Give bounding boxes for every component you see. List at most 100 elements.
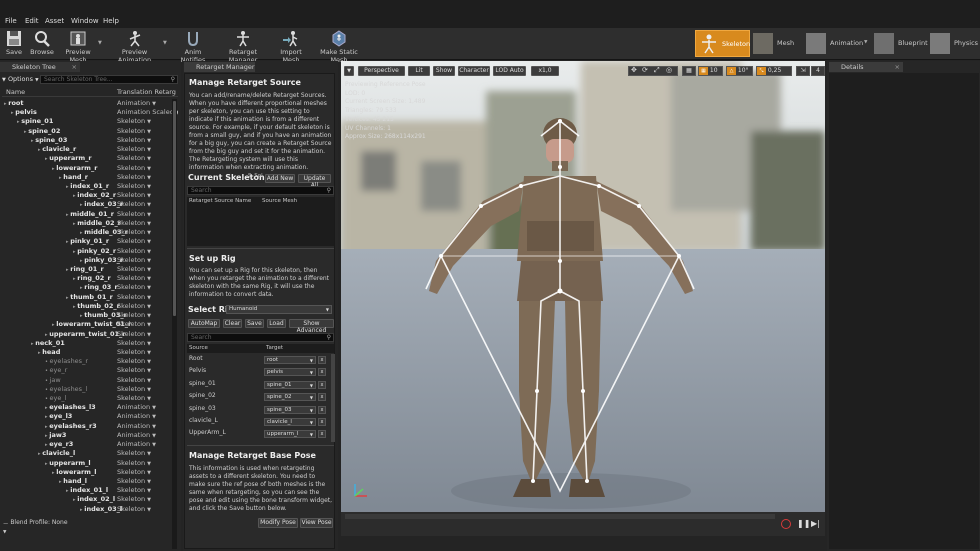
step-forward-icon[interactable]: ▶|	[811, 519, 821, 529]
skeleton-tree-row[interactable]: ▸ index_02_r Skeleton ▼	[2, 191, 178, 200]
scrollbar-thumb[interactable]	[173, 101, 176, 316]
anim-notifies-button[interactable]: Anim Notifies	[173, 30, 213, 64]
menu-window[interactable]: Window	[71, 17, 99, 25]
skeleton-tree-row[interactable]: • eyelashes_l Skeleton ▼	[2, 385, 178, 394]
skeleton-tree-row[interactable]: ▸ index_03_l Skeleton ▼	[2, 505, 178, 514]
skeleton-tree-row[interactable]: • eye_l Skeleton ▼	[2, 394, 178, 403]
load-rig-button[interactable]: Load	[267, 319, 286, 328]
preview-animation-dropdown-icon[interactable]: ▼	[163, 40, 167, 46]
mode-skeleton-button[interactable]: Skeleton	[695, 30, 750, 57]
skeleton-tree-row[interactable]: ▸ index_02_l Skeleton ▼	[2, 495, 178, 504]
pause-icon[interactable]: ❚❚	[797, 519, 810, 529]
grid-snap-toggle[interactable]: ▦ 10	[698, 66, 723, 76]
preview-mesh-dropdown-icon[interactable]: ▼	[98, 40, 102, 46]
preview-mesh-button[interactable]: Preview Mesh	[57, 30, 99, 64]
skeleton-tree-row[interactable]: ▸ ring_02_r Skeleton ▼	[2, 274, 178, 283]
preview-animation-button[interactable]: Preview Animation	[107, 30, 162, 64]
browse-button[interactable]: Browse	[29, 30, 55, 58]
skeleton-tree-row[interactable]: ▸ upperarm_r Skeleton ▼	[2, 154, 178, 163]
skeleton-tree-row[interactable]: ▸ hand_l Skeleton ▼	[2, 477, 178, 486]
menu-help[interactable]: Help	[103, 17, 119, 25]
show-advanced-button[interactable]: Show Advanced	[289, 319, 334, 334]
translation-retarget-dropdown[interactable]: Skeleton ▼	[117, 505, 151, 515]
skeleton-tree-row[interactable]: ▸ index_01_r Skeleton ▼	[2, 182, 178, 191]
skeleton-tree-row[interactable]: ▸ lowerarm_twist_01_r Skeleton ▼	[2, 320, 178, 329]
tab-details[interactable]: Details ×	[829, 62, 903, 72]
skeleton-tree-row[interactable]: ▸ spine_01 Skeleton ▼	[2, 117, 178, 126]
mapping-target-dropdown[interactable]: upperarm_l ▼	[264, 430, 316, 439]
skeleton-tree-row[interactable]: ▸ pinky_03_r Skeleton ▼	[2, 256, 178, 265]
mapping-target-dropdown[interactable]: spine_03 ▼	[264, 405, 316, 414]
scale-snap-toggle[interactable]: ⤡ 0,25	[756, 66, 792, 76]
modify-pose-button[interactable]: Modify Pose	[258, 518, 298, 528]
mapping-target-dropdown[interactable]: spine_02 ▼	[264, 393, 316, 402]
skeleton-tree-row[interactable]: ▸ thumb_01_r Skeleton ▼	[2, 293, 178, 302]
lit-button[interactable]: Lit	[408, 66, 430, 76]
rig-mapping-search-input[interactable]: Search ⚲	[187, 333, 334, 342]
col-name-header[interactable]: Name	[6, 88, 25, 97]
clear-mapping-icon[interactable]: x	[318, 368, 326, 377]
mapping-target-dropdown[interactable]: clavicle_l ▼	[264, 418, 316, 426]
character-button[interactable]: Character	[458, 66, 490, 76]
clear-mapping-icon[interactable]: x	[318, 356, 326, 364]
skeleton-tree-row[interactable]: • eye_r Skeleton ▼	[2, 366, 178, 375]
perspective-button[interactable]: Perspective	[358, 66, 405, 76]
clear-mapping-icon[interactable]: x	[318, 418, 326, 426]
skeleton-tree-row[interactable]: ▸ eyelashes_l3 Animation ▼	[2, 403, 178, 412]
skeleton-tree-row[interactable]: ▸ ring_03_r Skeleton ▼	[2, 283, 178, 292]
mapping-target-dropdown[interactable]: spine_01 ▼	[264, 380, 316, 389]
skeleton-tree-row[interactable]: • eyelashes_r Skeleton ▼	[2, 357, 178, 366]
skeleton-tree-row[interactable]: ▸ root Animation ▼	[2, 99, 178, 108]
skeleton-tree-row[interactable]: ▸ pinky_01_r Skeleton ▼	[2, 237, 178, 246]
skeleton-tree-row[interactable]: ▸ index_03_r Skeleton ▼	[2, 200, 178, 209]
skeleton-tree-row[interactable]: ▸ clavicle_l Skeleton ▼	[2, 449, 178, 458]
skeleton-tree-row[interactable]: ▸ upperarm_l Skeleton ▼	[2, 459, 178, 468]
world-icon[interactable]: ◎	[666, 66, 672, 74]
skeleton-tree-row[interactable]: ▸ head Skeleton ▼	[2, 348, 178, 357]
skeleton-tree-search-input[interactable]: Search Skeleton Tree... ⚲	[40, 75, 178, 84]
show-button[interactable]: Show	[433, 66, 455, 76]
surface-snap-icon[interactable]: ▦	[682, 66, 696, 76]
rotation-snap-toggle[interactable]: △ 10°	[726, 66, 753, 76]
skeleton-tree-row[interactable]: ▸ spine_02 Skeleton ▼	[2, 127, 178, 136]
select-rig-dropdown[interactable]: Humanoid ▼	[226, 305, 332, 314]
automap-button[interactable]: AutoMap	[188, 319, 220, 328]
close-tab-icon[interactable]: ×	[72, 62, 77, 72]
col-translation-header[interactable]: Translation Retarg	[117, 88, 176, 97]
save-rig-button[interactable]: Save	[245, 319, 264, 328]
skeleton-tree-row[interactable]: ▸ pelvisAnimation Scaled▼	[2, 108, 178, 117]
record-icon[interactable]	[781, 519, 791, 529]
menu-edit[interactable]: Edit	[25, 17, 39, 25]
menu-file[interactable]: File	[5, 17, 17, 25]
make-static-mesh-button[interactable]: Make Static Mesh	[313, 30, 365, 64]
tab-retarget-manager[interactable]: Retarget Manager	[184, 62, 255, 72]
mode-animation-button[interactable]: Animation ▼	[804, 30, 870, 57]
lod-auto-button[interactable]: LOD Auto	[493, 66, 526, 76]
skeleton-tree-row[interactable]: ▸ eyelashes_r3 Animation ▼	[2, 422, 178, 431]
skeleton-tree-row[interactable]: ▸ upperarm_twist_01_r Skeleton ▼	[2, 330, 178, 339]
clear-mapping-icon[interactable]: x	[318, 393, 326, 402]
skeleton-tree-row[interactable]: ▸ middle_02_r Skeleton ▼	[2, 219, 178, 228]
update-all-button[interactable]: Update All	[298, 174, 331, 189]
timeline-scrubber[interactable]	[345, 514, 775, 519]
skeleton-tree-row[interactable]: ▸ hand_r Skeleton ▼	[2, 173, 178, 182]
tab-skeleton-tree[interactable]: Skeleton Tree ×	[0, 62, 80, 72]
skeleton-tree-row[interactable]: ▸ eye_r3 Animation ▼	[2, 440, 178, 449]
scale-icon[interactable]: ⤢	[654, 66, 660, 75]
mapping-target-dropdown[interactable]: pelvis ▼	[264, 368, 316, 377]
playback-speed-button[interactable]: x1,0	[531, 66, 559, 76]
skeleton-tree-row[interactable]: ▸ thumb_02_r Skeleton ▼	[2, 302, 178, 311]
clear-button[interactable]: Clear	[223, 319, 242, 328]
options-dropdown[interactable]: ▼ Options ▼	[2, 74, 40, 84]
view-pose-button[interactable]: View Pose	[300, 518, 333, 528]
skeleton-tree-row[interactable]: ▸ eye_l3 Animation ▼	[2, 412, 178, 421]
move-icon[interactable]: ✥	[631, 66, 637, 74]
save-button[interactable]: Save	[3, 30, 25, 58]
viewport-layout-button[interactable]: 4	[811, 66, 825, 76]
skeleton-tree-row[interactable]: ▸ lowerarm_r Skeleton ▼	[2, 164, 178, 173]
skeleton-tree-row[interactable]: ▸ thumb_03_r Skeleton ▼	[2, 311, 178, 320]
mapping-target-dropdown[interactable]: root ▼	[264, 356, 316, 364]
clear-mapping-icon[interactable]: x	[318, 380, 326, 389]
skeleton-tree-row[interactable]: • jaw Skeleton ▼	[2, 376, 178, 385]
add-new-button[interactable]: Add New	[265, 174, 295, 183]
